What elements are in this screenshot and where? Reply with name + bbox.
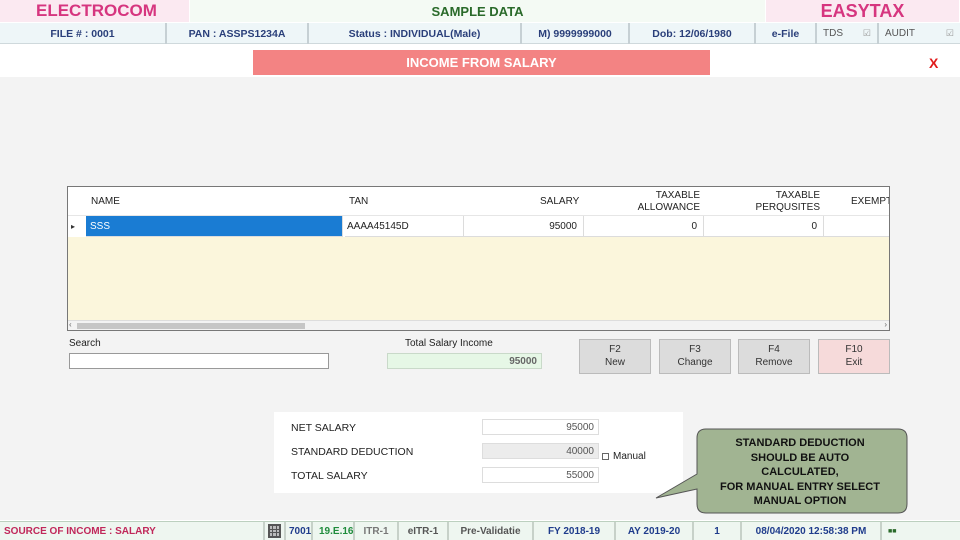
source-of-income: SOURCE OF INCOME : SALARY <box>0 521 265 540</box>
form-title: INCOME FROM SALARY <box>253 50 710 75</box>
scrollbar-thumb[interactable] <box>77 323 305 329</box>
form-header: INCOME FROM SALARY X <box>0 45 960 77</box>
standard-deduction-field: 40000 <box>482 443 599 459</box>
calculator-icon[interactable] <box>265 521 286 540</box>
tds-label: TDS <box>823 28 843 39</box>
search-label: Search <box>69 338 101 349</box>
cell-salary[interactable]: 95000 <box>464 216 584 237</box>
sample-data-label: SAMPLE DATA <box>190 0 766 22</box>
horizontal-scrollbar[interactable]: ‹ › <box>68 320 889 330</box>
manual-checkbox[interactable] <box>602 453 609 460</box>
audit-toggle[interactable]: AUDIT ☑ <box>879 23 960 44</box>
column-exempt[interactable]: EXEMPT <box>851 187 889 216</box>
cell-taxable-perquisites[interactable]: 0 <box>704 216 824 237</box>
net-salary-field[interactable]: 95000 <box>482 419 599 435</box>
pan-number: PAN : ASSPS1234A <box>167 23 309 44</box>
eitr1-button[interactable]: eITR-1 <box>399 521 449 540</box>
net-salary-label: NET SALARY <box>291 422 356 434</box>
new-button-key: F2 <box>609 344 621 355</box>
cell-taxable-allowance[interactable]: 0 <box>584 216 704 237</box>
status-dots-icon: ■■ <box>888 527 897 535</box>
new-button[interactable]: F2 New <box>579 339 651 374</box>
mobile-number: M) 9999999000 <box>522 23 630 44</box>
exit-button[interactable]: F10 Exit <box>818 339 890 374</box>
standard-deduction-callout: STANDARD DEDUCTION SHOULD BE AUTO CALCUL… <box>654 428 908 514</box>
total-salary-label: TOTAL SALARY <box>291 470 368 482</box>
column-name[interactable]: NAME <box>91 187 120 216</box>
efile-link[interactable]: e-File <box>756 23 817 44</box>
callout-line-5: MANUAL OPTION <box>753 495 847 507</box>
callout-line-3: CALCULATED, <box>761 466 839 478</box>
column-taxable-allowance-line2: ALLOWANCE <box>637 201 700 213</box>
title-bar: ELECTROCOM SAMPLE DATA EASYTAX <box>0 0 960 22</box>
app-window: ELECTROCOM SAMPLE DATA EASYTAX FILE # : … <box>0 0 960 540</box>
tds-toggle[interactable]: TDS ☑ <box>817 23 879 44</box>
date-of-birth: Dob: 12/06/1980 <box>630 23 756 44</box>
assessment-year: AY 2019-20 <box>616 521 694 540</box>
manual-label: Manual <box>613 451 646 462</box>
brand-electrocom: ELECTROCOM <box>0 0 190 22</box>
callout-line-1: STANDARD DEDUCTION <box>735 437 865 449</box>
change-button-key: F3 <box>689 344 701 355</box>
column-taxable-allowance-line1: TAXABLE <box>655 190 700 201</box>
prevalidate-button[interactable]: Pre-Validatie <box>449 521 534 540</box>
table-row[interactable]: ▸ SSS AAAA45145D 95000 0 0 <box>68 216 889 237</box>
datetime: 08/04/2020 12:58:38 PM <box>742 521 882 540</box>
grid-header: NAME TAN SALARY TAXABLE ALLOWANCE TAXABL… <box>68 187 889 216</box>
callout-line-2: SHOULD BE AUTO <box>750 451 850 464</box>
exit-button-key: F10 <box>845 344 863 355</box>
callout-line-4: FOR MANUAL ENTRY SELECT <box>720 480 880 493</box>
cell-exempt[interactable] <box>824 216 889 237</box>
row-pointer-icon: ▸ <box>71 222 76 231</box>
salary-grid[interactable]: NAME TAN SALARY TAXABLE ALLOWANCE TAXABL… <box>67 186 890 331</box>
column-taxable-perquisites[interactable]: TAXABLE PERQUSITES <box>754 187 820 216</box>
cell-name[interactable]: SSS <box>86 216 343 237</box>
column-taxable-perquisites-line2: PERQUSITES <box>755 201 820 213</box>
version-label: 19.E.16 <box>313 521 355 540</box>
search-input[interactable] <box>69 353 329 369</box>
file-number: FILE # : 0001 <box>0 23 167 44</box>
change-button[interactable]: F3 Change <box>659 339 731 374</box>
remove-button[interactable]: F4 Remove <box>738 339 810 374</box>
client-info-bar: FILE # : 0001 PAN : ASSPS1234A Status : … <box>0 23 960 44</box>
column-salary[interactable]: SALARY <box>540 187 579 216</box>
financial-year: FY 2018-19 <box>534 521 616 540</box>
audit-checkbox-icon[interactable]: ☑ <box>946 28 954 39</box>
itr1-button[interactable]: ITR-1 <box>355 521 399 540</box>
cell-tan[interactable]: AAAA45145D <box>345 216 464 237</box>
manual-option[interactable]: Manual <box>602 451 646 462</box>
total-salary-income-label: Total Salary Income <box>405 338 493 349</box>
column-tan[interactable]: TAN <box>349 187 368 216</box>
code-label: 7001 <box>286 521 313 540</box>
client-status: Status : INDIVIDUAL(Male) <box>309 23 522 44</box>
scroll-left-icon[interactable]: ‹ <box>69 320 72 329</box>
column-taxable-allowance[interactable]: TAXABLE ALLOWANCE <box>634 187 700 216</box>
salary-summary-panel: NET SALARY 95000 STANDARD DEDUCTION 4000… <box>274 412 683 493</box>
close-button[interactable]: X <box>929 55 938 71</box>
income-from-salary-form: INCOME FROM SALARY X NAME TAN SALARY TAX… <box>0 45 960 520</box>
change-button-label: Change <box>677 356 713 368</box>
exit-button-label: Exit <box>845 356 863 368</box>
column-taxable-perquisites-line1: TAXABLE <box>775 190 820 201</box>
remove-button-label: Remove <box>755 356 793 368</box>
total-salary-field: 55000 <box>482 467 599 483</box>
new-button-label: New <box>604 356 625 368</box>
audit-label: AUDIT <box>885 28 915 39</box>
remove-button-key: F4 <box>768 344 780 355</box>
standard-deduction-label: STANDARD DEDUCTION <box>291 446 414 458</box>
status-bar: SOURCE OF INCOME : SALARY 7001 19.E.16 I… <box>0 521 960 540</box>
brand-easytax: EASYTAX <box>766 0 960 22</box>
tds-checkbox-icon[interactable]: ☑ <box>863 28 871 39</box>
total-salary-income-field: 95000 <box>387 353 542 369</box>
page-number: 1 <box>694 521 742 540</box>
scroll-right-icon[interactable]: › <box>884 320 887 329</box>
callout-text: STANDARD DEDUCTION SHOULD BE AUTO CALCUL… <box>696 436 904 509</box>
